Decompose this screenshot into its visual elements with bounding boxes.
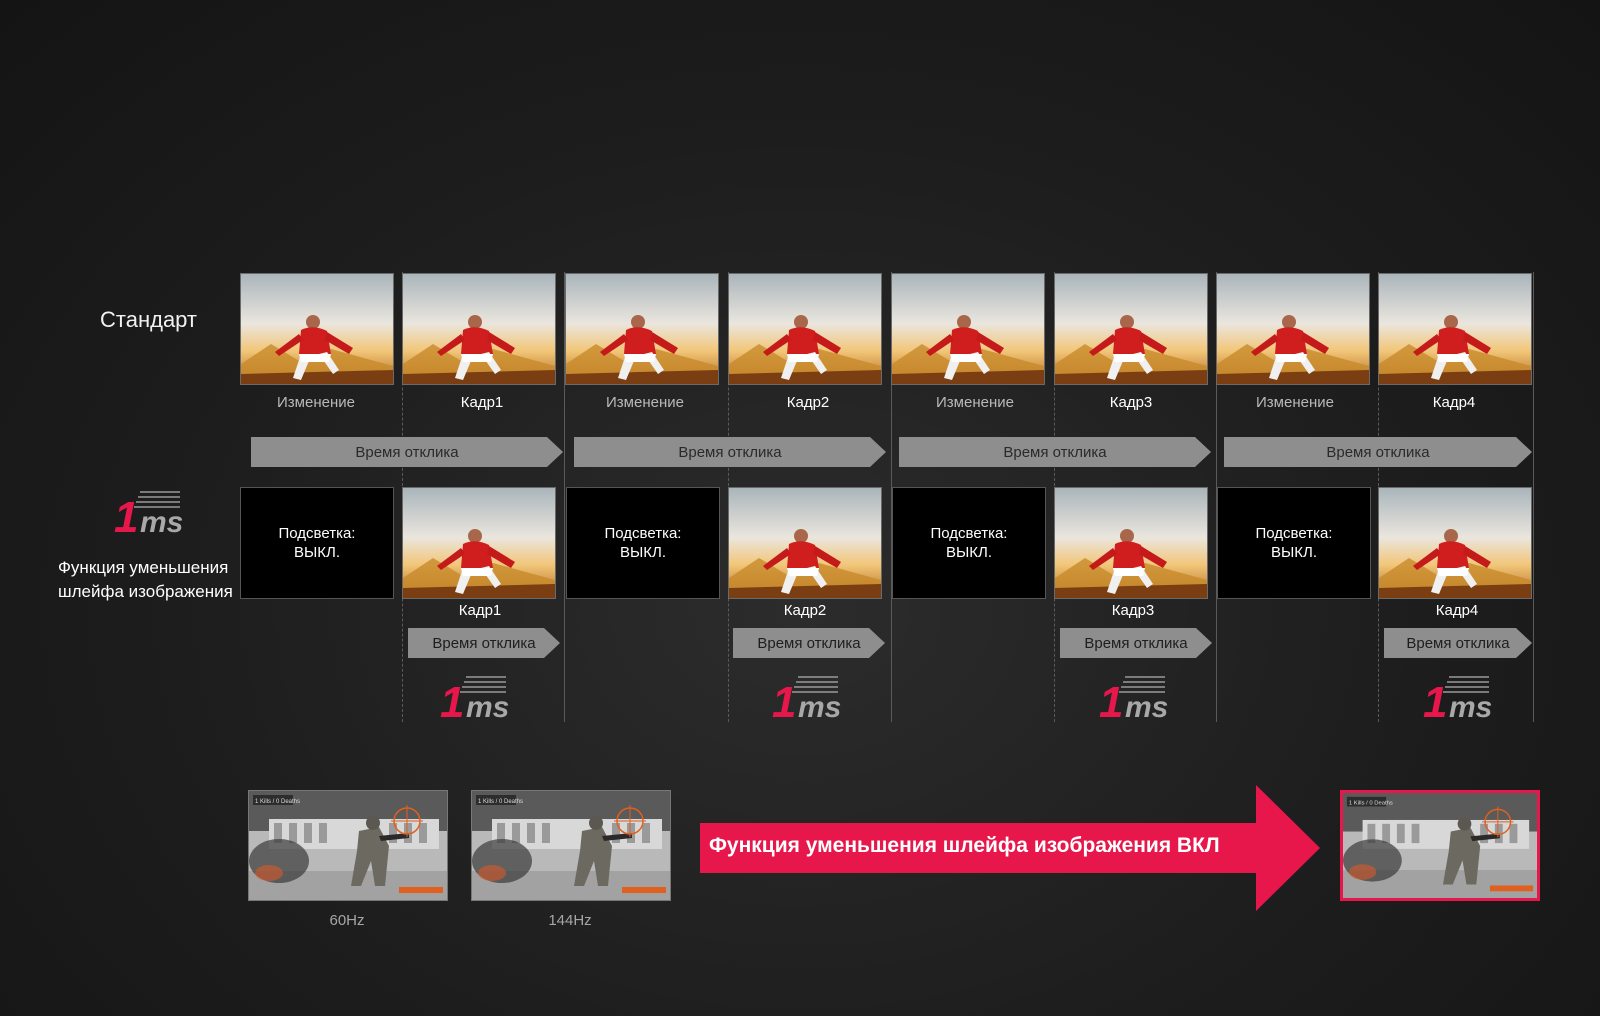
- backlight-off-box: Подсветка: ВЫКЛ.: [566, 487, 720, 599]
- standard-frame-image: [891, 273, 1045, 385]
- backlight-line2: ВЫКЛ.: [293, 544, 341, 561]
- mbr-row-label: Функция уменьшения шлейфа изображения: [58, 556, 233, 604]
- mbr-frame-caption: Кадр4: [1435, 602, 1479, 619]
- standard-caption: Кадр3: [1109, 394, 1153, 411]
- 1ms-badge: 1 ms: [772, 673, 852, 727]
- game-screenshot-mbr-on: 1 Kills / 0 Deaths: [1340, 790, 1540, 901]
- 1ms-badge-unit: ms: [798, 691, 841, 723]
- 1ms-badge-unit: ms: [1449, 691, 1492, 723]
- backlight-line2: ВЫКЛ.: [619, 544, 667, 561]
- standard-frame-image: [565, 273, 719, 385]
- game-screenshot-144hz: 1 Kills / 0 Deaths: [471, 790, 671, 901]
- mbr-frame-caption: Кадр2: [783, 602, 827, 619]
- standard-caption: Изменение: [277, 394, 355, 411]
- column-divider: [1533, 272, 1534, 722]
- mbr-frame-caption: Кадр3: [1111, 602, 1155, 619]
- 1ms-badge: 1 ms: [1099, 673, 1179, 727]
- standard-caption: Изменение: [1256, 394, 1334, 411]
- standard-response-arrow: Время отклика: [251, 437, 563, 467]
- mbr-frame-image: [728, 487, 882, 599]
- mbr-response-arrow: Время отклика: [408, 628, 560, 658]
- refresh-label-60hz: 60Hz: [329, 912, 365, 929]
- hud-text: 1 Kills / 0 Deaths: [1349, 801, 1393, 807]
- standard-caption: Изменение: [606, 394, 684, 411]
- refresh-label-144hz: 144Hz: [548, 912, 592, 929]
- mbr-on-banner: Функция уменьшения шлейфа изображения ВК…: [709, 834, 1220, 857]
- backlight-line2: ВЫКЛ.: [945, 544, 993, 561]
- hud-text: 1 Kills / 0 Deaths: [255, 799, 300, 805]
- backlight-line1: Подсветка:: [1255, 525, 1333, 542]
- standard-caption: Кадр1: [460, 394, 504, 411]
- backlight-line1: Подсветка:: [278, 525, 356, 542]
- standard-caption: Изменение: [936, 394, 1014, 411]
- 1ms-logo: 1 ms: [114, 488, 194, 542]
- standard-row-label: Стандарт: [100, 307, 198, 332]
- mbr-label-line1: Функция уменьшения: [58, 558, 229, 577]
- standard-frame-image: [240, 273, 394, 385]
- game-screenshot-60hz: 1 Kills / 0 Deaths: [248, 790, 448, 901]
- 1ms-badge: 1 ms: [1423, 673, 1503, 727]
- standard-frame-image: [1378, 273, 1532, 385]
- standard-response-arrow: Время отклика: [899, 437, 1211, 467]
- 1ms-logo-number: 1: [114, 493, 138, 538]
- 1ms-badge-unit: ms: [1125, 691, 1168, 723]
- mbr-response-arrow: Время отклика: [733, 628, 885, 658]
- backlight-line1: Подсветка:: [604, 525, 682, 542]
- mbr-frame-image: [402, 487, 556, 599]
- standard-frame-image: [402, 273, 556, 385]
- standard-response-arrow: Время отклика: [574, 437, 886, 467]
- standard-caption: Кадр4: [1432, 394, 1476, 411]
- backlight-line2: ВЫКЛ.: [1270, 544, 1318, 561]
- backlight-line1: Подсветка:: [930, 525, 1008, 542]
- 1ms-badge-unit: ms: [466, 691, 509, 723]
- 1ms-badge-number: 1: [440, 678, 464, 723]
- standard-caption: Кадр2: [786, 394, 830, 411]
- standard-response-arrow: Время отклика: [1224, 437, 1532, 467]
- mbr-frame-image: [1378, 487, 1532, 599]
- standard-frame-image: [728, 273, 882, 385]
- standard-frame-image: [1054, 273, 1208, 385]
- 1ms-logo-unit: ms: [140, 506, 183, 538]
- 1ms-badge: 1 ms: [440, 673, 520, 727]
- 1ms-badge-number: 1: [1423, 678, 1447, 723]
- backlight-off-box: Подсветка: ВЫКЛ.: [1217, 487, 1371, 599]
- mbr-frame-image: [1054, 487, 1208, 599]
- mbr-response-arrow: Время отклика: [1060, 628, 1212, 658]
- hud-text: 1 Kills / 0 Deaths: [478, 799, 523, 805]
- mbr-response-arrow: Время отклика: [1384, 628, 1532, 658]
- 1ms-badge-number: 1: [772, 678, 796, 723]
- mbr-label-line2: шлейфа изображения: [58, 582, 233, 601]
- standard-frame-image: [1216, 273, 1370, 385]
- backlight-off-box: Подсветка: ВЫКЛ.: [892, 487, 1046, 599]
- backlight-off-box: Подсветка: ВЫКЛ.: [240, 487, 394, 599]
- 1ms-badge-number: 1: [1099, 678, 1123, 723]
- mbr-frame-caption: Кадр1: [458, 602, 502, 619]
